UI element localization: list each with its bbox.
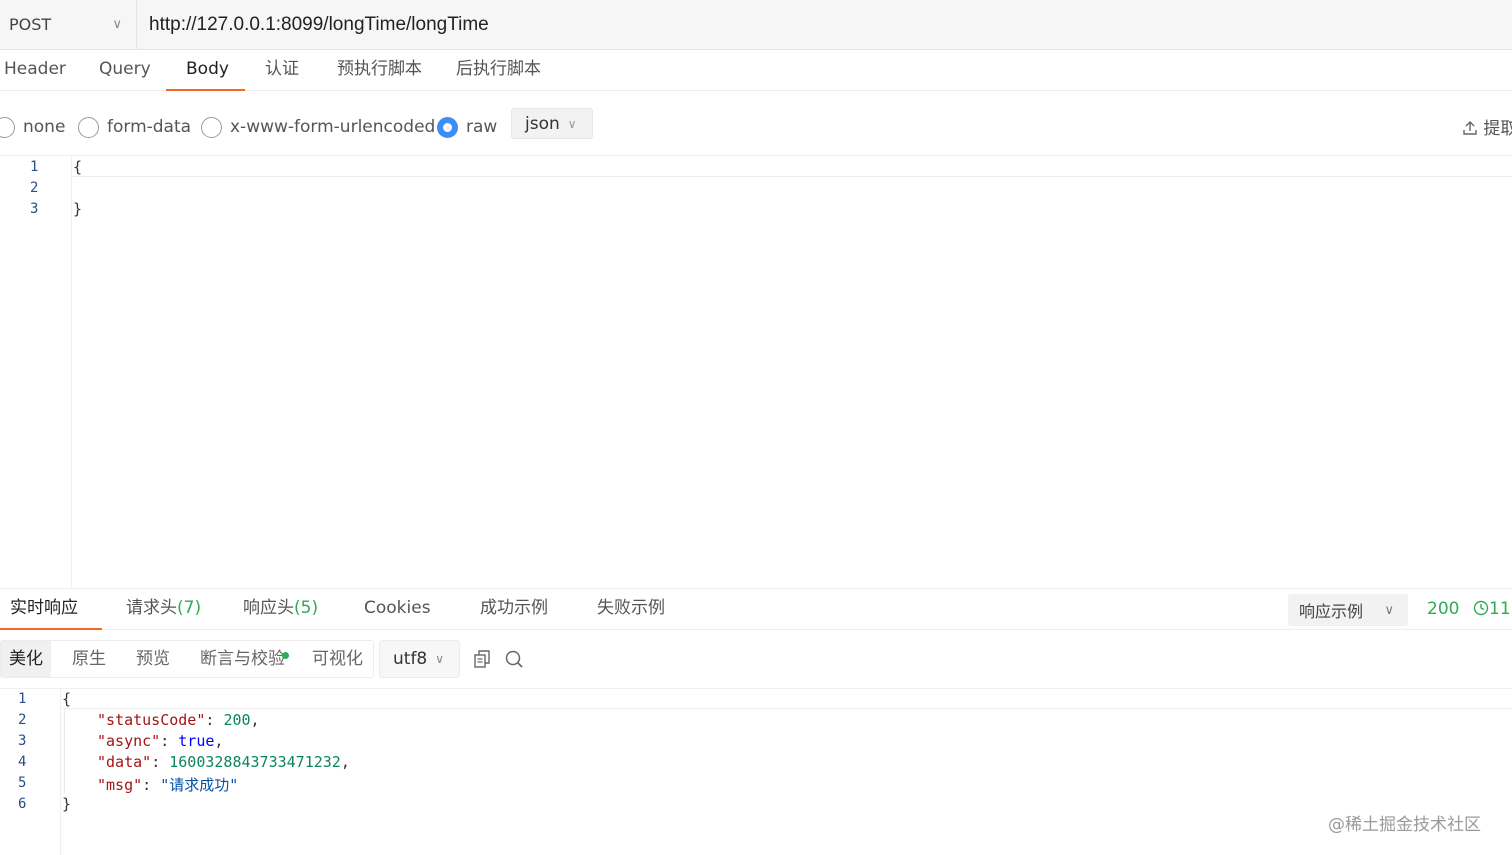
- json-comma: ,: [214, 732, 224, 750]
- json-key: "async": [97, 732, 161, 750]
- code-line: "async": true,: [97, 732, 224, 750]
- tab-cookies[interactable]: Cookies: [364, 589, 431, 630]
- code-line: "msg": "请求成功": [97, 776, 239, 794]
- request-body-editor[interactable]: 1 2 3 { }: [0, 157, 1512, 587]
- radio-label: raw: [466, 117, 498, 137]
- code-line: "statusCode": 200,: [97, 711, 260, 729]
- radio-label: none: [23, 117, 66, 137]
- tab-request-headers[interactable]: 请求头(7): [126, 589, 201, 630]
- tab-pre-script[interactable]: 预执行脚本: [337, 50, 422, 91]
- status-code: 200: [1427, 599, 1460, 619]
- tab-post-script[interactable]: 后执行脚本: [456, 50, 541, 91]
- line-number: 2: [18, 712, 27, 728]
- line-number: 1: [18, 691, 27, 707]
- line-number-gutter: [0, 689, 61, 855]
- tab-query[interactable]: Query: [99, 50, 151, 91]
- count-badge: (5): [294, 598, 319, 618]
- line-number: 4: [18, 754, 27, 770]
- json-key: "statusCode": [97, 711, 206, 729]
- code-line: "data": 1600328843733471232,: [97, 753, 350, 771]
- json-comma: ,: [340, 753, 350, 771]
- view-preview[interactable]: 预览: [136, 641, 170, 677]
- tab-auth[interactable]: 认证: [265, 50, 299, 91]
- view-beautify[interactable]: 美化: [1, 641, 51, 677]
- chevron-down-icon: ∨: [112, 17, 122, 32]
- line-number: 1: [30, 159, 39, 175]
- chevron-down-icon: ∨: [1384, 602, 1394, 618]
- view-visualize[interactable]: 可视化: [312, 641, 363, 677]
- status-dot: [282, 652, 289, 659]
- response-example-select[interactable]: 响应示例 ∨: [1288, 594, 1408, 626]
- search-icon[interactable]: [504, 649, 524, 669]
- radio-circle-icon: [201, 116, 222, 138]
- response-toolbar: 美化 原生 预览 断言与校验 可视化 utf8 ∨: [0, 631, 1512, 689]
- line-number: 3: [30, 201, 39, 217]
- radio-raw[interactable]: raw: [437, 116, 497, 138]
- radio-form-data[interactable]: form-data: [78, 116, 191, 138]
- radio-label: form-data: [107, 117, 192, 137]
- response-time: 11: [1473, 599, 1511, 619]
- upload-icon: [1463, 121, 1477, 135]
- example-label: 响应示例: [1299, 602, 1364, 621]
- json-value: true: [178, 732, 215, 750]
- json-value: "请求成功": [160, 776, 239, 794]
- tab-success-example[interactable]: 成功示例: [480, 589, 548, 630]
- radio-label: x-www-form-urlencoded: [230, 117, 436, 137]
- radio-selected-icon: [437, 116, 458, 138]
- line-number: 3: [18, 733, 27, 749]
- code-line: }: [62, 795, 72, 813]
- json-value: 1600328843733471232: [169, 753, 341, 771]
- radio-none[interactable]: none: [0, 116, 65, 138]
- url-bar: POST ∨ http://127.0.0.1:8099/longTime/lo…: [0, 0, 1512, 50]
- tab-header[interactable]: Header: [4, 50, 66, 91]
- time-value: 11: [1489, 599, 1511, 619]
- format-select[interactable]: json ∨: [511, 108, 593, 139]
- line-number-gutter: [0, 157, 72, 587]
- line-number: 5: [18, 775, 27, 791]
- tab-realtime-response[interactable]: 实时响应: [0, 589, 102, 630]
- extract-label: 提取: [1483, 119, 1512, 139]
- line-number: 6: [18, 796, 27, 812]
- chevron-down-icon: ∨: [435, 652, 445, 666]
- request-tabs: Header Query Body 认证 预执行脚本 后执行脚本: [0, 50, 1512, 91]
- extract-button[interactable]: 提取: [1462, 114, 1512, 139]
- encoding-label: utf8: [393, 649, 428, 669]
- copy-icon[interactable]: [472, 649, 492, 669]
- method-label: POST: [9, 15, 52, 34]
- watermark: @稀土掘金技术社区: [1328, 815, 1481, 835]
- chevron-down-icon: ∨: [567, 116, 577, 131]
- tab-body[interactable]: Body: [166, 50, 245, 91]
- code-line: }: [73, 200, 83, 218]
- view-raw[interactable]: 原生: [72, 641, 106, 677]
- tab-fail-example[interactable]: 失败示例: [597, 589, 665, 630]
- method-select[interactable]: POST ∨: [0, 0, 137, 50]
- radio-urlencoded[interactable]: x-www-form-urlencoded: [201, 116, 435, 138]
- code-line: {: [73, 158, 83, 176]
- tab-response-headers[interactable]: 响应头(5): [243, 589, 318, 630]
- code-line: {: [62, 690, 72, 708]
- format-label: json: [525, 113, 560, 134]
- json-key: "data": [97, 753, 152, 771]
- current-line-highlight: [62, 689, 1512, 709]
- current-line-highlight: [73, 157, 1512, 177]
- response-body-viewer: 1 2 3 4 5 6 { "statusCode": 200, "async"…: [0, 689, 1512, 855]
- radio-circle-icon: [0, 116, 15, 138]
- response-view-group: 美化 原生 预览 断言与校验 可视化: [0, 640, 374, 678]
- tab-label: 响应头: [243, 598, 294, 618]
- body-type-row: none form-data x-www-form-urlencoded raw…: [0, 92, 1512, 156]
- view-assertions[interactable]: 断言与校验: [200, 641, 285, 677]
- encoding-select[interactable]: utf8 ∨: [379, 640, 460, 678]
- line-number: 2: [30, 180, 39, 196]
- indent-guide: [64, 709, 65, 793]
- radio-circle-icon: [78, 116, 99, 138]
- json-comma: ,: [250, 711, 260, 729]
- count-badge: (7): [177, 598, 202, 618]
- response-tabs: 实时响应 请求头(7) 响应头(5) Cookies 成功示例 失败示例 响应示…: [0, 588, 1512, 630]
- json-value: 200: [223, 711, 251, 729]
- tab-label: 请求头: [126, 598, 177, 618]
- json-key: "msg": [97, 776, 143, 794]
- url-input[interactable]: http://127.0.0.1:8099/longTime/longTime: [137, 14, 489, 36]
- clock-icon: [1473, 600, 1489, 616]
